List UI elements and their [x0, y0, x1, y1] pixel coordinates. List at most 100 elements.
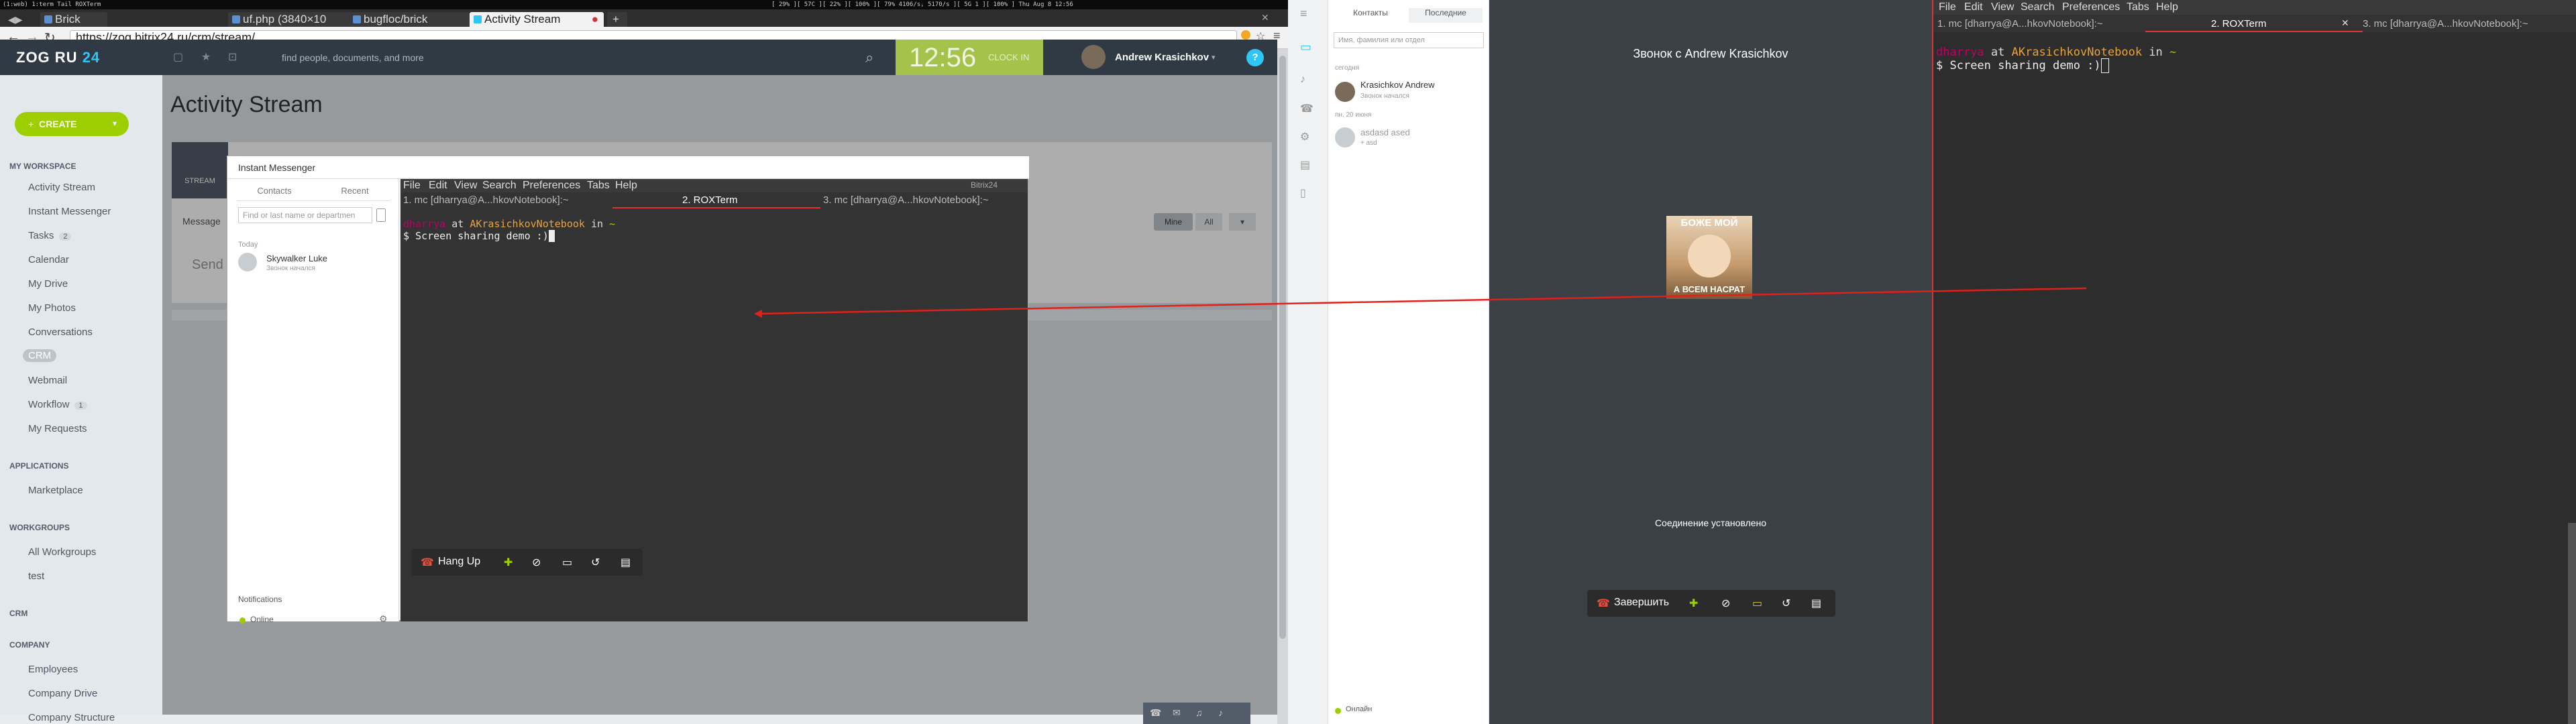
terminal-tab-1[interactable]: 1. mc [dharrya@A...hkovNotebook]:~	[1937, 18, 2103, 29]
clock-in-button[interactable]: CLOCK IN	[988, 52, 1029, 62]
window-controls[interactable]: ◀▶	[4, 12, 32, 27]
section-company[interactable]: COMPANY	[9, 640, 50, 650]
menu-file[interactable]: File	[1939, 1, 1956, 13]
file-icon[interactable]: ▯	[1300, 186, 1306, 200]
mute-mic-icon[interactable]: ⊘	[532, 556, 541, 569]
contact-name[interactable]: Krasichkov Andrew	[1360, 80, 1435, 90]
status-online[interactable]: Online	[250, 615, 274, 624]
add-participant-icon[interactable]: ✚	[1689, 597, 1698, 610]
bell-icon[interactable]: ♪	[1218, 707, 1223, 718]
close-tab-icon[interactable]: ✕	[2341, 17, 2349, 29]
browser-tab[interactable]: uf.php (3840×10	[228, 12, 362, 27]
chat-icon[interactable]: ▤	[621, 556, 631, 569]
chat-icon[interactable]: ▭	[1300, 40, 1311, 54]
menu-tabs[interactable]: Tabs	[2127, 1, 2149, 13]
status-online[interactable]: Онлайн	[1346, 705, 1372, 713]
chat-icon[interactable]: ✉	[1173, 707, 1181, 719]
section-crm[interactable]: CRM	[9, 609, 28, 618]
sidebar-item-my-requests[interactable]: My Requests	[28, 423, 87, 434]
terminal-scrollbar[interactable]	[2568, 523, 2576, 724]
history-icon[interactable]: ↺	[591, 556, 600, 569]
portal-search-input[interactable]: find people, documents, and more	[282, 49, 885, 66]
gear-icon[interactable]: ⚙	[379, 613, 388, 625]
sidebar-item-company-structure[interactable]: Company Structure	[28, 712, 115, 723]
sidebar-item-instant-messenger[interactable]: Instant Messenger	[28, 206, 111, 217]
menu-edit[interactable]: Edit	[429, 180, 447, 192]
lock-icon[interactable]: ⊡	[228, 50, 237, 64]
user-avatar[interactable]	[1081, 45, 1106, 69]
add-participant-icon[interactable]: ✚	[504, 556, 513, 569]
hang-up-button[interactable]: Hang Up	[438, 556, 480, 568]
browser-tab[interactable]: Brick	[40, 12, 107, 27]
tab-contacts[interactable]: Contacts	[234, 186, 315, 196]
chevron-down-icon[interactable]: ▾	[1212, 53, 1216, 62]
sidebar-item-tasks[interactable]: Tasks 2	[28, 230, 72, 241]
sidebar-item-activity-stream[interactable]: Activity Stream	[28, 182, 95, 193]
sidebar-item-my-photos[interactable]: My Photos	[28, 302, 76, 314]
notifications-link[interactable]: Notifications	[238, 595, 282, 604]
menu-preferences[interactable]: Preferences	[523, 180, 580, 192]
chat-icon[interactable]: ▤	[1811, 597, 1821, 610]
section-my-workspace[interactable]: MY WORKSPACE	[9, 162, 76, 171]
section-workgroups[interactable]: WORKGROUPS	[9, 523, 70, 532]
menu-icon[interactable]: ≡	[1300, 7, 1307, 21]
portal-logo[interactable]: ZOG RU 24	[16, 49, 100, 66]
document-icon[interactable]: ▤	[1300, 158, 1310, 172]
mute-mic-icon[interactable]: ⊘	[1721, 597, 1730, 610]
hang-up-button[interactable]: Завершить	[1614, 597, 1669, 609]
menu-view[interactable]: View	[454, 180, 477, 192]
sidebar-item-marketplace[interactable]: Marketplace	[28, 485, 83, 496]
notifications-icon[interactable]: ♫	[1195, 707, 1203, 718]
sidebar-item-my-drive[interactable]: My Drive	[28, 278, 68, 290]
bell-icon[interactable]: ♪	[1300, 74, 1305, 86]
sidebar-item-conversations[interactable]: Conversations	[28, 326, 93, 338]
search-icon[interactable]: ⌕	[865, 49, 873, 66]
menu-search[interactable]: Search	[2021, 1, 2055, 13]
hang-up-icon[interactable]: ☎	[1597, 597, 1610, 610]
tab-recent[interactable]: Последние	[1409, 8, 1483, 23]
sidebar-item-crm[interactable]: CRM	[23, 349, 57, 362]
chevron-down-icon[interactable]: ▾	[113, 119, 117, 128]
phone-icon[interactable]: ☎	[1300, 102, 1313, 115]
screen-share-icon[interactable]: ▭	[1752, 597, 1762, 610]
hang-up-icon[interactable]: ☎	[421, 556, 434, 569]
contact-name[interactable]: Skywalker Luke	[266, 253, 327, 263]
tab-contacts[interactable]: Контакты	[1334, 8, 1407, 23]
browser-tab[interactable]: bugfloc/brick	[349, 12, 470, 27]
close-window-icon[interactable]: ✕	[1261, 12, 1269, 23]
user-name[interactable]: Andrew Krasichkov	[1115, 52, 1209, 63]
extension-icon[interactable]	[1241, 30, 1250, 40]
sidebar-item-company-drive[interactable]: Company Drive	[28, 688, 97, 699]
terminal-tab-1[interactable]: 1. mc [dharrya@A...hkovNotebook]:~	[403, 194, 569, 206]
notifications-icon[interactable]: ▢	[173, 50, 183, 64]
menu-edit[interactable]: Edit	[1964, 1, 1983, 13]
history-icon[interactable]: ↺	[1782, 597, 1790, 610]
sidebar-item-all-workgroups[interactable]: All Workgroups	[28, 546, 96, 558]
terminal-tab-2[interactable]: 2. ROXTerm	[682, 194, 738, 206]
menu-help[interactable]: Help	[615, 180, 637, 192]
work-time-widget[interactable]: 12:56 CLOCK IN	[896, 40, 1043, 75]
menu-view[interactable]: View	[1991, 1, 2014, 13]
menu-tabs[interactable]: Tabs	[587, 180, 610, 192]
terminal-command-line[interactable]: $ Screen sharing demo :)	[403, 230, 555, 242]
terminal-tab-3[interactable]: 3. mc [dharrya@A...hkovNotebook]:~	[2363, 18, 2528, 29]
screen-share-icon[interactable]: ▭	[562, 556, 572, 569]
sidebar-item-workflow[interactable]: Workflow 1	[28, 399, 87, 410]
terminal-tab-3[interactable]: 3. mc [dharrya@A...hkovNotebook]:~	[823, 194, 989, 206]
scrollbar-thumb[interactable]	[1279, 56, 1286, 639]
page-scrollbar[interactable]	[1277, 49, 1288, 724]
sidebar-item-test[interactable]: test	[28, 570, 44, 582]
menu-file[interactable]: File	[403, 180, 421, 192]
terminal-tab-2[interactable]: 2. ROXTerm	[2211, 18, 2267, 29]
phone-icon[interactable]	[376, 208, 386, 222]
section-applications[interactable]: APPLICATIONS	[9, 461, 68, 471]
contact-search-input[interactable]: Имя, фамилия или отдел	[1334, 32, 1484, 48]
sidebar-item-calendar[interactable]: Calendar	[28, 254, 69, 265]
contact-name[interactable]: asdasd ased	[1360, 127, 1410, 137]
tab-recent[interactable]: Recent	[315, 186, 395, 196]
help-button[interactable]: ?	[1246, 49, 1264, 66]
sidebar-item-webmail[interactable]: Webmail	[28, 375, 67, 386]
menu-help[interactable]: Help	[2156, 1, 2178, 13]
menu-preferences[interactable]: Preferences	[2062, 1, 2120, 13]
menu-search[interactable]: Search	[482, 180, 517, 192]
